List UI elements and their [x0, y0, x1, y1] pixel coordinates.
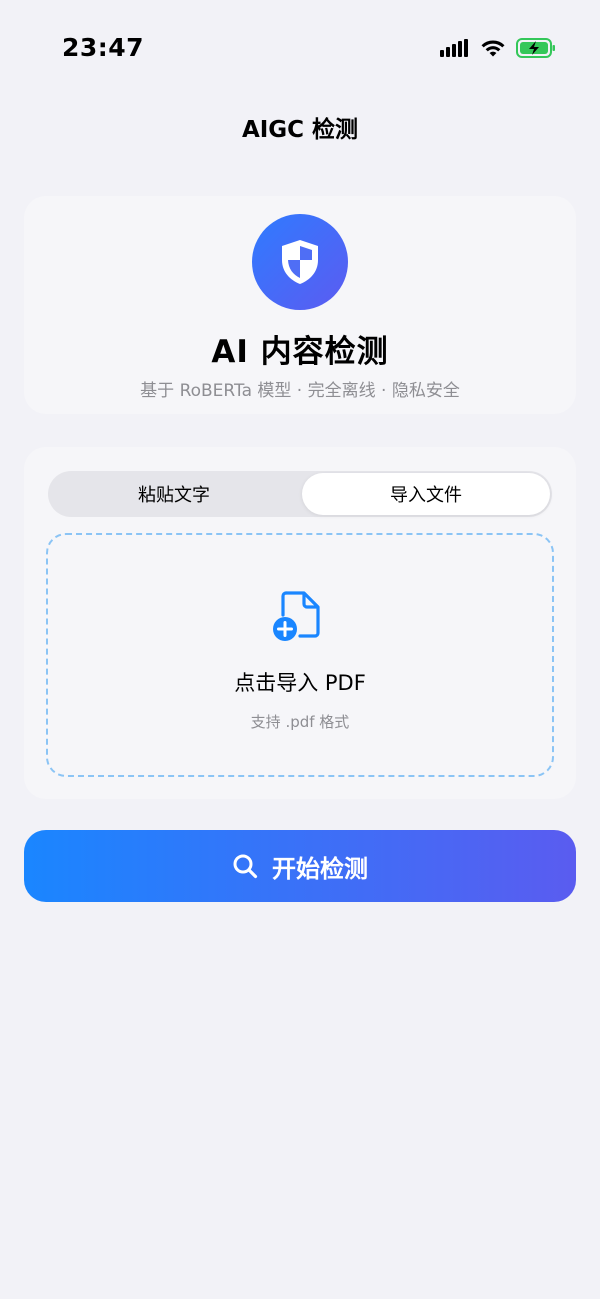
- shield-icon: [282, 240, 318, 284]
- hero-card: AI 内容检测 基于 RoBERTa 模型 · 完全离线 · 隐私安全: [24, 196, 576, 414]
- mode-segmented-control: 粘贴文字 导入文件: [48, 471, 552, 517]
- search-icon: [233, 854, 258, 879]
- document-add-icon: [273, 591, 320, 641]
- hero-subtitle: 基于 RoBERTa 模型 · 完全离线 · 隐私安全: [140, 381, 460, 401]
- tab-paste-text[interactable]: 粘贴文字: [50, 473, 298, 515]
- dropzone-title: 点击导入 PDF: [234, 671, 366, 695]
- battery-charging-icon: [516, 38, 555, 58]
- app-screen: 23:47 AIGC 检测 AI 内容检测 基于 RoBERTa 模型 · 完全…: [0, 0, 600, 1299]
- shield-badge: [252, 214, 348, 310]
- wifi-icon: [481, 40, 505, 57]
- cellular-signal-icon: [440, 39, 468, 57]
- status-bar: 23:47: [0, 0, 600, 96]
- tab-import-file[interactable]: 导入文件: [302, 473, 550, 515]
- start-button-label: 开始检测: [272, 854, 368, 883]
- start-detection-button[interactable]: 开始检测: [24, 830, 576, 902]
- pdf-dropzone[interactable]: 点击导入 PDF 支持 .pdf 格式: [46, 533, 554, 777]
- dropzone-hint: 支持 .pdf 格式: [250, 713, 350, 731]
- page-title: AIGC 检测: [241, 117, 359, 143]
- hero-title: AI 内容检测: [211, 334, 389, 370]
- input-card: 粘贴文字 导入文件 点击导入 PDF 支持 .pdf 格式: [24, 447, 576, 799]
- status-time: 23:47: [62, 33, 145, 62]
- status-icons: [440, 38, 556, 58]
